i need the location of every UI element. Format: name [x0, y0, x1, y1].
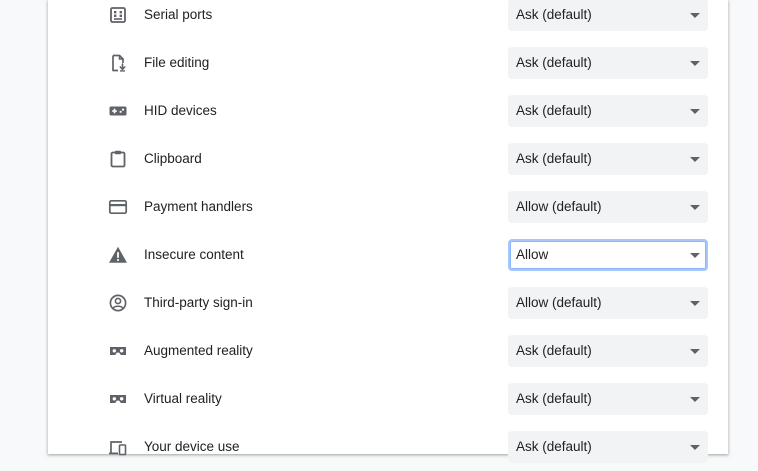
permission-label: Your device use [144, 439, 240, 454]
select-value: Ask (default) [516, 391, 592, 406]
serial-ports-select[interactable]: Ask (default) [508, 0, 708, 31]
select-value: Ask (default) [516, 7, 592, 22]
devices-icon [108, 437, 128, 457]
permission-row-augmented-reality: Augmented reality Ask (default) [48, 327, 728, 375]
dropdown-arrow-icon [690, 157, 700, 162]
permission-label: Clipboard [144, 151, 202, 166]
serial-port-icon [108, 5, 128, 25]
third-party-sign-in-select[interactable]: Allow (default) [508, 287, 708, 319]
gamepad-icon [108, 101, 128, 121]
permission-row-virtual-reality: Virtual reality Ask (default) [48, 375, 728, 423]
your-device-use-select[interactable]: Ask (default) [508, 431, 708, 463]
permission-row-third-party-sign-in: Third-party sign-in Allow (default) [48, 279, 728, 327]
vr-headset-icon [108, 341, 128, 361]
dropdown-arrow-icon [690, 61, 700, 66]
permission-label: Virtual reality [144, 391, 222, 406]
permission-row-payment-handlers: Payment handlers Allow (default) [48, 183, 728, 231]
vr-headset-icon [108, 389, 128, 409]
dropdown-arrow-icon [690, 253, 700, 258]
select-value: Allow (default) [516, 199, 602, 214]
permission-row-your-device-use: Your device use Ask (default) [48, 423, 728, 471]
warning-icon [108, 245, 128, 265]
permission-row-insecure-content: Insecure content Allow [48, 231, 728, 279]
dropdown-arrow-icon [690, 205, 700, 210]
clipboard-select[interactable]: Ask (default) [508, 143, 708, 175]
credit-card-icon [108, 197, 128, 217]
insecure-content-select[interactable]: Allow [508, 239, 708, 271]
permission-label: Serial ports [144, 7, 213, 22]
permission-label: Augmented reality [144, 343, 253, 358]
permission-row-file-editing: File editing Ask (default) [48, 39, 728, 87]
site-settings-card: Serial ports Ask (default) File editing … [48, 0, 728, 463]
payment-handlers-select[interactable]: Allow (default) [508, 191, 708, 223]
permission-row-hid-devices: HID devices Ask (default) [48, 87, 728, 135]
select-value: Allow (default) [516, 295, 602, 310]
file-editing-select[interactable]: Ask (default) [508, 47, 708, 79]
permission-label: Third-party sign-in [144, 295, 253, 310]
dropdown-arrow-icon [690, 109, 700, 114]
permission-label: Insecure content [144, 247, 244, 262]
select-value: Ask (default) [516, 439, 592, 454]
select-value: Ask (default) [516, 151, 592, 166]
file-edit-icon [108, 53, 128, 73]
dropdown-arrow-icon [690, 397, 700, 402]
permission-label: File editing [144, 55, 210, 70]
augmented-reality-select[interactable]: Ask (default) [508, 335, 708, 367]
hid-devices-select[interactable]: Ask (default) [508, 95, 708, 127]
clipboard-icon [108, 149, 128, 169]
dropdown-arrow-icon [690, 445, 700, 450]
virtual-reality-select[interactable]: Ask (default) [508, 383, 708, 415]
account-circle-icon [108, 293, 128, 313]
dropdown-arrow-icon [690, 13, 700, 18]
dropdown-arrow-icon [690, 301, 700, 306]
select-value: Ask (default) [516, 343, 592, 358]
dropdown-arrow-icon [690, 349, 700, 354]
permission-row-serial-ports: Serial ports Ask (default) [48, 0, 728, 39]
permission-label: HID devices [144, 103, 217, 118]
permission-label: Payment handlers [144, 199, 253, 214]
permission-row-clipboard: Clipboard Ask (default) [48, 135, 728, 183]
select-value: Ask (default) [516, 55, 592, 70]
select-value: Ask (default) [516, 103, 592, 118]
select-value: Allow [516, 247, 549, 262]
